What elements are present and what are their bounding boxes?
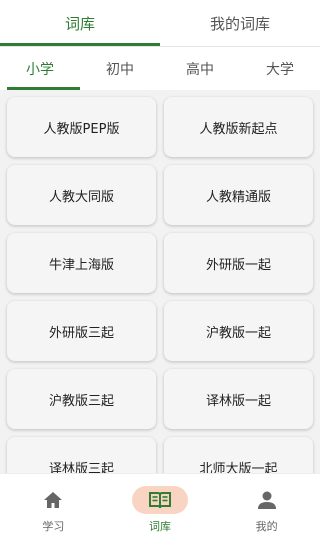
user-icon (239, 486, 295, 514)
home-icon (25, 486, 81, 514)
nav-word-library[interactable]: 词库 (107, 474, 214, 540)
textbook-card[interactable]: 外研版一起 (164, 233, 313, 293)
tab-my-word-library[interactable]: 我的词库 (160, 0, 320, 46)
textbook-card[interactable]: 人教大同版 (7, 165, 156, 225)
textbook-card[interactable]: 译林版一起 (164, 369, 313, 429)
textbook-card[interactable]: 沪教版一起 (164, 301, 313, 361)
nav-mine[interactable]: 我的 (213, 474, 320, 540)
nav-study[interactable]: 学习 (0, 474, 107, 540)
top-tab-bar: 词库 我的词库 (0, 0, 320, 46)
nav-mine-label: 我的 (255, 520, 278, 533)
tab-junior-high[interactable]: 初中 (80, 47, 160, 90)
textbook-card[interactable]: 外研版三起 (7, 301, 156, 361)
textbook-card[interactable]: 人教版新起点 (164, 97, 313, 157)
nav-word-library-label: 词库 (149, 520, 171, 533)
tab-university[interactable]: 大学 (240, 47, 320, 90)
book-icon (132, 486, 188, 514)
tab-primary-school[interactable]: 小学 (0, 47, 80, 90)
textbook-grid[interactable]: 人教版PEP版 人教版新起点 人教大同版 人教精通版 牛津上海版 外研版一起 外… (0, 90, 320, 473)
nav-study-label: 学习 (42, 520, 65, 533)
level-tab-bar: 小学 初中 高中 大学 (0, 47, 320, 90)
bottom-navigation: 学习 词库 我的 (0, 473, 320, 540)
tab-word-library[interactable]: 词库 (0, 0, 160, 46)
textbook-card[interactable]: 人教版PEP版 (7, 97, 156, 157)
textbook-card[interactable]: 译林版三起 (7, 437, 156, 473)
textbook-card[interactable]: 牛津上海版 (7, 233, 156, 293)
textbook-card[interactable]: 北师大版一起 (164, 437, 313, 473)
tab-senior-high[interactable]: 高中 (160, 47, 240, 90)
textbook-card[interactable]: 沪教版三起 (7, 369, 156, 429)
textbook-card[interactable]: 人教精通版 (164, 165, 313, 225)
